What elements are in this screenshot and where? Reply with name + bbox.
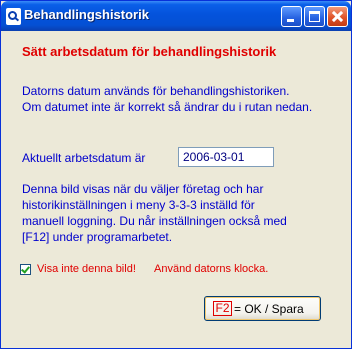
ok-save-label: = OK / Spara [234, 302, 304, 316]
dialog-window: Behandlingshistorik Sätt arbetsdatum för… [0, 0, 352, 349]
close-button[interactable] [327, 6, 348, 27]
note-line: [F12] under programarbetet. [22, 230, 173, 244]
title-bar[interactable]: Behandlingshistorik [1, 1, 351, 31]
checkmark-icon [21, 264, 30, 274]
maximize-button[interactable] [304, 6, 325, 27]
minimize-icon [287, 19, 294, 22]
close-icon [328, 7, 347, 26]
info-line: Om datumet inte är korrekt så ändrar du … [22, 100, 313, 114]
ok-save-button[interactable]: F2 = OK / Spara [204, 296, 321, 321]
note-line: historikinställningen i meny 3-3-3 instä… [22, 198, 255, 212]
hide-dialog-checkbox[interactable] [20, 264, 31, 275]
work-date-input[interactable] [178, 147, 274, 167]
note-line: manuell loggning. Du når inställningen o… [22, 214, 287, 228]
note-text: Denna bild visas när du väljer företag o… [22, 181, 287, 245]
use-computer-clock-text: Använd datorns klocka. [154, 263, 269, 275]
minimize-button[interactable] [281, 6, 302, 27]
hide-dialog-label[interactable]: Visa inte denna bild! [37, 263, 136, 275]
maximize-icon [309, 11, 320, 22]
info-text: Datorns datum används för behandlingshis… [22, 83, 312, 115]
note-line: Denna bild visas när du väljer företag o… [22, 182, 264, 196]
window-title: Behandlingshistorik [24, 7, 149, 22]
info-line: Datorns datum används för behandlingshis… [22, 84, 290, 98]
dialog-body: Sätt arbetsdatum för behandlingshistorik… [4, 31, 348, 346]
app-icon[interactable] [6, 8, 21, 25]
f2-key-label: F2 [213, 301, 232, 316]
dialog-heading: Sätt arbetsdatum för behandlingshistorik [22, 44, 277, 59]
date-label: Aktuellt arbetsdatum är [22, 151, 146, 165]
